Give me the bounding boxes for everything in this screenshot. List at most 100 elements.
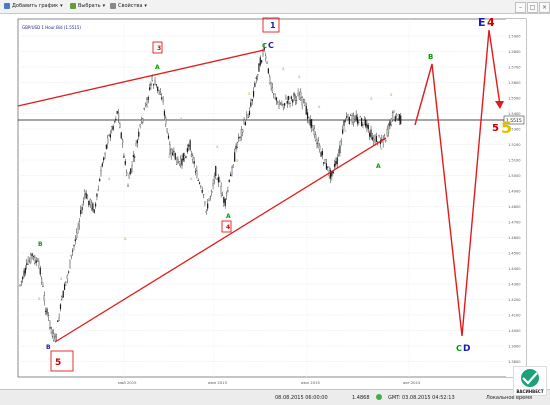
- y-tick-label: 1.5000: [508, 174, 521, 178]
- wave-label: C: [268, 41, 274, 50]
- candle-body: [119, 123, 121, 129]
- candle-body: [390, 118, 392, 126]
- candle-body: [235, 146, 237, 150]
- candle-body: [275, 97, 278, 101]
- candle-body: [335, 161, 337, 166]
- candle-body: [82, 201, 85, 203]
- candle-body: [72, 250, 74, 252]
- candle-body: [270, 83, 272, 86]
- candle-body: [101, 163, 103, 167]
- candle-body: [282, 104, 284, 108]
- y-tick-label: 1.5700: [508, 66, 521, 70]
- candle-body: [186, 148, 188, 153]
- candle-body: [59, 304, 62, 310]
- y-axis-area: [506, 19, 526, 377]
- candle-body: [265, 55, 267, 60]
- candle-body: [113, 121, 116, 123]
- candle-body: [38, 261, 40, 266]
- candle-body: [176, 157, 178, 166]
- candle-body: [123, 155, 125, 158]
- candle-body: [189, 140, 191, 151]
- candle-body: [193, 160, 195, 164]
- candle-body: [100, 170, 102, 177]
- candle-body: [350, 115, 352, 116]
- candle-body: [105, 144, 107, 149]
- candle-body: [65, 281, 67, 283]
- candle-body: [181, 158, 183, 166]
- candle-body: [371, 137, 373, 141]
- candle-body: [338, 152, 340, 156]
- candle-body: [122, 139, 124, 144]
- candle-body: [367, 125, 369, 130]
- candle-body: [362, 124, 364, 126]
- candle-body: [55, 334, 58, 338]
- y-tick-label: 1.3800: [508, 360, 521, 364]
- candle-body: [41, 278, 43, 283]
- candle-body: [325, 163, 328, 170]
- candle-body: [284, 103, 286, 106]
- candle-body: [73, 244, 75, 247]
- candle-body: [184, 155, 186, 159]
- candle-body: [53, 333, 55, 341]
- y-tick-label: 1.5800: [508, 50, 521, 54]
- candle-body: [258, 63, 260, 72]
- candle-body: [396, 114, 398, 117]
- candle-body: [230, 174, 232, 177]
- candle-body: [134, 156, 136, 158]
- candle-body: [351, 115, 353, 123]
- candle-body: [240, 129, 242, 136]
- candle-body: [366, 123, 368, 128]
- candle-body: [185, 156, 187, 158]
- candle-body: [301, 97, 303, 106]
- candle-body: [43, 295, 45, 301]
- candle-body: [31, 253, 33, 256]
- candle-body: [293, 93, 295, 97]
- candle-body: [103, 157, 105, 161]
- wave-label: C: [456, 344, 462, 353]
- candle-body: [209, 196, 211, 198]
- candle-body: [161, 97, 163, 100]
- candle-body: [174, 152, 176, 160]
- candle-body: [207, 203, 209, 209]
- candle-body: [158, 89, 160, 92]
- candle-body: [151, 76, 153, 81]
- price-chart[interactable]: 1.59001.58001.57001.56001.55001.54001.53…: [0, 0, 550, 390]
- y-tick-label: 1.5100: [508, 159, 521, 163]
- candle-body: [315, 134, 317, 141]
- candle-body: [239, 136, 241, 138]
- wave-label: 3: [157, 45, 161, 52]
- candle-body: [274, 97, 276, 99]
- candle-body: [234, 152, 236, 162]
- wave-label: B: [428, 53, 433, 61]
- status-price: 1.4868: [352, 395, 370, 401]
- candle-body: [177, 159, 179, 163]
- candle-body: [248, 111, 251, 115]
- candle-body: [182, 153, 184, 161]
- candle-body: [309, 119, 311, 126]
- candle-body: [51, 332, 53, 337]
- candle-body: [342, 129, 344, 134]
- wave-label: 4: [487, 16, 495, 29]
- candle-body: [97, 189, 99, 191]
- candle-body: [302, 99, 305, 102]
- candle-body: [255, 77, 257, 79]
- y-tick-label: 1.5500: [508, 97, 521, 101]
- candle-body: [279, 102, 282, 105]
- chart-title: GBP/USD 1 Hour Bid (1.5515): [22, 25, 81, 30]
- candle-body: [213, 175, 215, 181]
- candle-body: [120, 132, 122, 139]
- candle-body: [190, 154, 193, 157]
- wave-label: A: [226, 213, 231, 220]
- candle-body: [68, 271, 70, 273]
- candle-body: [308, 117, 310, 121]
- wave-label: B: [46, 344, 51, 351]
- candle-body: [333, 163, 336, 167]
- candle-body: [269, 76, 271, 84]
- candle-body: [304, 102, 306, 106]
- candle-body: [88, 200, 90, 206]
- candle-body: [95, 203, 97, 207]
- candle-body: [196, 170, 198, 178]
- candle-body: [340, 140, 342, 142]
- candle-body: [23, 270, 25, 277]
- candle-body: [169, 143, 171, 154]
